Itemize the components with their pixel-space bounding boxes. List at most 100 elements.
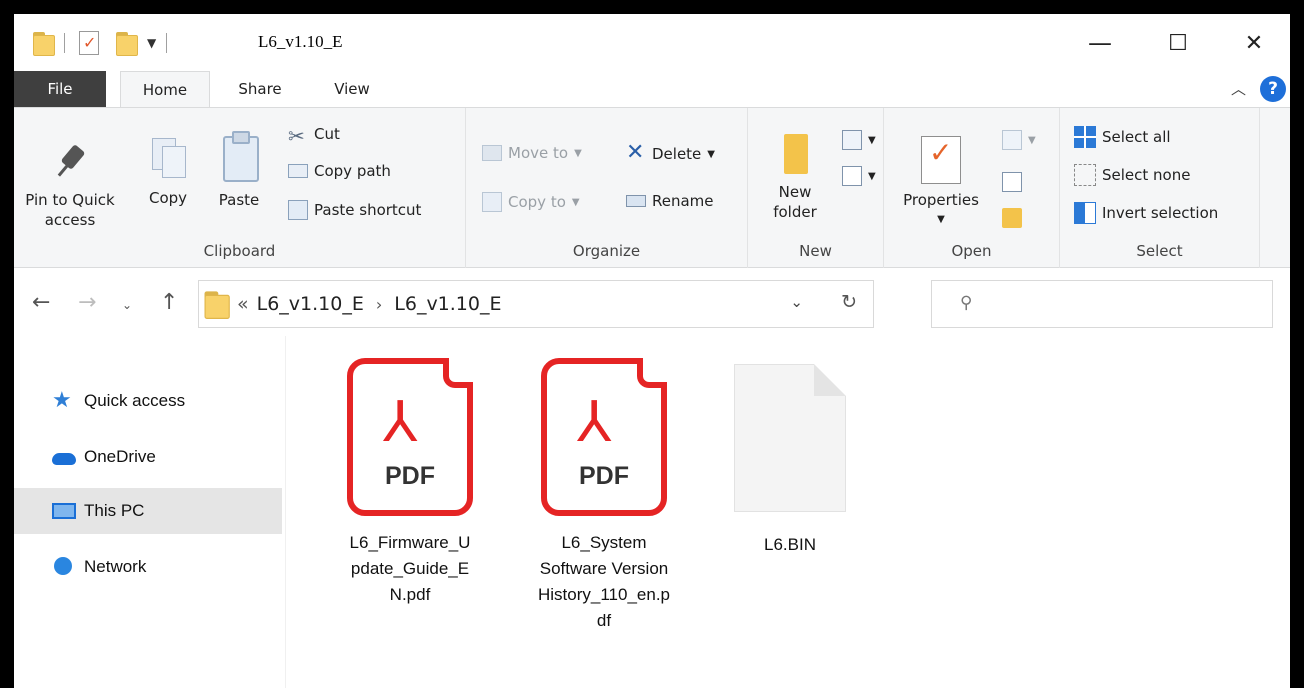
computer-icon [52,503,76,519]
edit-icon [1002,172,1022,192]
history-button[interactable] [1002,208,1028,228]
file-item[interactable]: ⅄ PDF L6_Firmware_U pdate_Guide_E N.pdf [320,358,500,608]
star-icon [52,387,76,413]
pdf-file-icon: ⅄ PDF [541,358,667,516]
close-button[interactable]: ✕ [1226,23,1282,63]
forward-button[interactable]: → [78,290,96,315]
dropdown-arrow-icon: ▼ [574,147,582,159]
paste-shortcut-button[interactable]: Paste shortcut [288,200,421,220]
file-item[interactable]: L6.BIN [700,364,880,558]
delete-label: Delete [652,145,702,163]
separator [166,33,168,53]
cut-label: Cut [314,125,340,143]
copy-label: Copy [148,189,188,207]
new-folder-label: New folder [773,183,817,221]
tab-file[interactable]: File [14,71,106,107]
file-name: L6_Firmware_U pdate_Guide_E N.pdf [349,533,471,604]
new-group-label: New [799,242,832,260]
ribbon-tabs: File Home Share View [14,71,1290,108]
new-folder-button[interactable]: New folder [760,128,830,222]
sidebar-item-this-pc[interactable]: This PC [14,488,282,534]
move-to-icon [482,145,502,161]
select-group-label: Select [1136,242,1183,260]
paste-icon [220,130,259,182]
copy-path-label: Copy path [314,162,391,180]
copy-button[interactable]: Copy [142,136,194,208]
refresh-icon[interactable]: ↻ [841,291,857,313]
cut-button[interactable]: ✂ Cut [288,124,340,148]
sidebar-item-label: Quick access [84,391,186,410]
delete-icon: ✕ [626,140,645,165]
copy-path-icon [288,164,308,178]
new-item-button[interactable]: ▼ [842,130,876,150]
invert-selection-button[interactable]: Invert selection [1074,202,1218,224]
maximize-button[interactable]: ☐ [1150,23,1206,63]
address-bar[interactable]: « L6_v1.10_E › L6_v1.10_E ⌄ ↻ [198,280,874,328]
rename-icon [626,195,646,207]
select-all-label: Select all [1102,128,1171,146]
tab-home[interactable]: Home [120,71,210,108]
collapse-ribbon-icon[interactable]: ︿ [1231,78,1246,99]
tab-share[interactable]: Share [220,71,300,107]
breadcrumb-separator-icon[interactable]: › [376,295,382,314]
breadcrumb-item[interactable]: L6_v1.10_E [394,293,501,315]
easy-access-icon [842,166,862,186]
up-button[interactable]: ↑ [160,290,178,315]
open-button[interactable]: ▼ [1002,130,1036,150]
select-all-icon [1074,126,1096,148]
search-input[interactable]: ⚲ [931,280,1273,328]
copy-to-icon [482,192,502,212]
sidebar-item-onedrive[interactable]: OneDrive [14,434,282,480]
help-icon[interactable]: ? [1260,76,1286,102]
window-title: L6_v1.10_E [258,32,343,51]
tab-view[interactable]: View [314,71,390,107]
separator [64,33,65,53]
copy-icon [150,136,186,180]
properties-button[interactable]: Properties ▼ [894,136,988,230]
new-folder-icon [778,128,812,174]
paste-button[interactable]: Paste [212,130,266,210]
delete-button[interactable]: ✕ Delete ▼ [626,140,715,165]
properties-icon[interactable] [79,31,99,55]
new-group: New folder ▼ ▼ New [748,108,884,268]
move-to-button[interactable]: Move to ▼ [482,144,582,162]
back-button[interactable]: ← [32,290,50,315]
select-none-button[interactable]: Select none [1074,164,1190,186]
pin-to-quick-access-button[interactable]: Pin to Quick access [18,142,122,230]
invert-selection-icon [1074,202,1096,224]
open-group: Properties ▼ ▼ Open [884,108,1060,268]
edit-button[interactable] [1002,172,1028,192]
cloud-icon [52,453,76,465]
copy-to-button[interactable]: Copy to ▼ [482,192,580,212]
file-item[interactable]: ⅄ PDF L6_System Software Version History… [514,358,694,634]
minimize-button[interactable]: — [1072,23,1128,63]
select-all-button[interactable]: Select all [1074,126,1171,148]
paste-shortcut-icon [288,200,308,220]
sidebar-item-quick-access[interactable]: Quick access [14,378,282,424]
pin-label: Pin to Quick access [25,191,115,229]
recent-locations-chevron-icon[interactable]: ⌄ [122,298,132,312]
overflow-crumb[interactable]: « [237,293,249,315]
pdf-file-icon: ⅄ PDF [347,358,473,516]
select-none-icon [1074,164,1096,186]
open-icon [1002,130,1022,150]
paste-shortcut-label: Paste shortcut [314,201,422,219]
address-dropdown-icon[interactable]: ⌄ [790,293,803,311]
breadcrumb-item[interactable]: L6_v1.10_E [257,293,364,315]
quick-access-toolbar: ▼ [32,30,168,56]
history-icon [1002,208,1022,228]
folder-icon [32,30,55,56]
easy-access-button[interactable]: ▼ [842,166,876,186]
search-icon: ⚲ [960,293,973,313]
customize-toolbar-icon[interactable]: ▼ [147,36,156,50]
title-bar: ▼ L6_v1.10_E — ☐ ✕ [14,14,1290,71]
copy-path-button[interactable]: Copy path [288,162,391,180]
sidebar-item-label: Network [84,557,147,576]
sidebar-item-network[interactable]: Network [14,544,282,590]
new-folder-icon[interactable] [115,30,138,56]
rename-button[interactable]: Rename [626,192,714,210]
rename-label: Rename [652,192,714,210]
sidebar-item-label: This PC [84,501,145,520]
properties-icon [921,136,961,184]
pin-icon [50,142,90,186]
